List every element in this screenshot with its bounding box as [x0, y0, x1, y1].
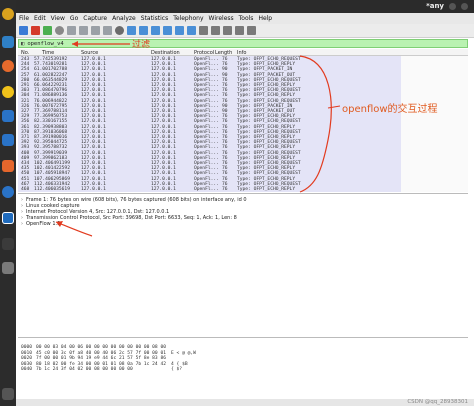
display-filter-input[interactable]: ◧ openflow_v4 — [18, 39, 468, 48]
cell-time: 112.406035619 — [34, 187, 70, 192]
open-file-icon[interactable] — [67, 26, 76, 35]
reload-icon[interactable] — [103, 26, 112, 35]
show-apps-icon[interactable] — [2, 388, 14, 400]
packet-row[interactable]: 468 112.406035619 127.0.0.1 127.0.0.1 OpenFl… — [18, 187, 401, 192]
firefox-icon[interactable] — [2, 60, 14, 72]
menu-file[interactable]: File — [19, 15, 29, 22]
minimize-icon[interactable] — [449, 3, 456, 10]
cell-info: Type: OFPT_ECHO_REPLY — [237, 187, 296, 192]
close-icon[interactable] — [461, 3, 468, 10]
trash-icon[interactable] — [2, 262, 14, 274]
detail-tree-item[interactable]: › OpenFlow 1.3 — [18, 221, 468, 227]
colorize-icon[interactable] — [199, 26, 208, 35]
software-center-icon[interactable] — [2, 160, 14, 172]
first-packet-icon[interactable] — [163, 26, 172, 35]
watermark: CSDN @qq_28938301 — [407, 399, 468, 405]
restart-capture-icon[interactable] — [43, 26, 52, 35]
go-to-packet-icon[interactable] — [151, 26, 160, 35]
stop-capture-icon[interactable] — [31, 26, 40, 35]
window-titlebar: *any — [16, 0, 474, 13]
status-bar — [16, 399, 474, 406]
packet-list-empty-area — [401, 56, 468, 192]
help-icon[interactable] — [2, 186, 14, 198]
autoscroll-icon[interactable] — [187, 26, 196, 35]
writer-icon[interactable] — [2, 110, 14, 122]
menu-capture[interactable]: Capture — [83, 15, 107, 22]
save-file-icon[interactable] — [79, 26, 88, 35]
byte-offset: 0040 — [21, 367, 33, 373]
menu-view[interactable]: View — [51, 15, 65, 22]
chrome-icon[interactable] — [2, 8, 14, 20]
menu-go[interactable]: Go — [70, 15, 78, 22]
packet-list-header: No. Time Source Destination Protocol Len… — [18, 49, 468, 56]
ubuntu-dock — [0, 0, 16, 406]
last-packet-icon[interactable] — [175, 26, 184, 35]
go-back-icon[interactable] — [127, 26, 136, 35]
menu-edit[interactable]: Edit — [34, 15, 46, 22]
find-packet-icon[interactable] — [115, 26, 124, 35]
cell-source: 127.0.0.1 — [81, 187, 106, 192]
cell-protocol: OpenFl... — [194, 187, 219, 192]
menu-telephony[interactable]: Telephony — [173, 15, 203, 22]
zoom-out-icon[interactable] — [223, 26, 232, 35]
wireshark-icon[interactable] — [2, 212, 14, 224]
packet-list: 243 57.742539192 127.0.0.1 127.0.0.1 OpenFl.… — [18, 56, 401, 192]
window-title: *any — [426, 2, 444, 10]
zoom-in-icon[interactable] — [211, 26, 220, 35]
impress-icon[interactable] — [2, 134, 14, 146]
byte-ascii: { $? — [171, 367, 183, 373]
capture-options-icon[interactable] — [55, 26, 64, 35]
packet-bytes-pane: 0000 00 00 03 04 00 06 00 00 00 00 00 00 … — [18, 337, 468, 399]
cell-length: 76 — [222, 187, 228, 192]
go-forward-icon[interactable] — [139, 26, 148, 35]
filter-value: openflow_v4 — [27, 40, 64, 47]
menu-wireless[interactable]: Wireless — [209, 15, 234, 22]
byte-hex: 7b 1c 24 3f 04 02 00 08 00 00 00 00 — [36, 367, 133, 373]
detail-text: OpenFlow 1.3 — [26, 221, 61, 227]
openflow-annotation: openflow的交互过程 — [342, 104, 438, 115]
cell-destination: 127.0.0.1 — [151, 187, 176, 192]
filter-annotation: 过滤 — [132, 40, 151, 50]
packet-details-pane: › Frame 1: 76 bytes on wire (608 bits), 7… — [18, 193, 468, 333]
close-file-icon[interactable] — [91, 26, 100, 35]
cell-no: 468 — [21, 187, 30, 192]
menu-bar: File Edit View Go Capture Analyze Statis… — [16, 13, 474, 24]
menu-statistics[interactable]: Statistics — [141, 15, 168, 22]
start-capture-icon[interactable] — [19, 26, 28, 35]
vscode-icon[interactable] — [2, 36, 14, 48]
byte-ascii: E < @ @,W — [171, 350, 196, 356]
resize-columns-icon[interactable] — [247, 26, 256, 35]
menu-analyze[interactable]: Analyze — [112, 15, 136, 22]
normal-size-icon[interactable] — [235, 26, 244, 35]
menu-help[interactable]: Help — [258, 15, 272, 22]
main-toolbar — [16, 24, 474, 38]
terminal-icon[interactable] — [2, 238, 14, 250]
bookmark-filter-icon[interactable]: ◧ — [21, 41, 24, 47]
rhythmbox-icon[interactable] — [2, 86, 14, 98]
menu-tools[interactable]: Tools — [239, 15, 254, 22]
